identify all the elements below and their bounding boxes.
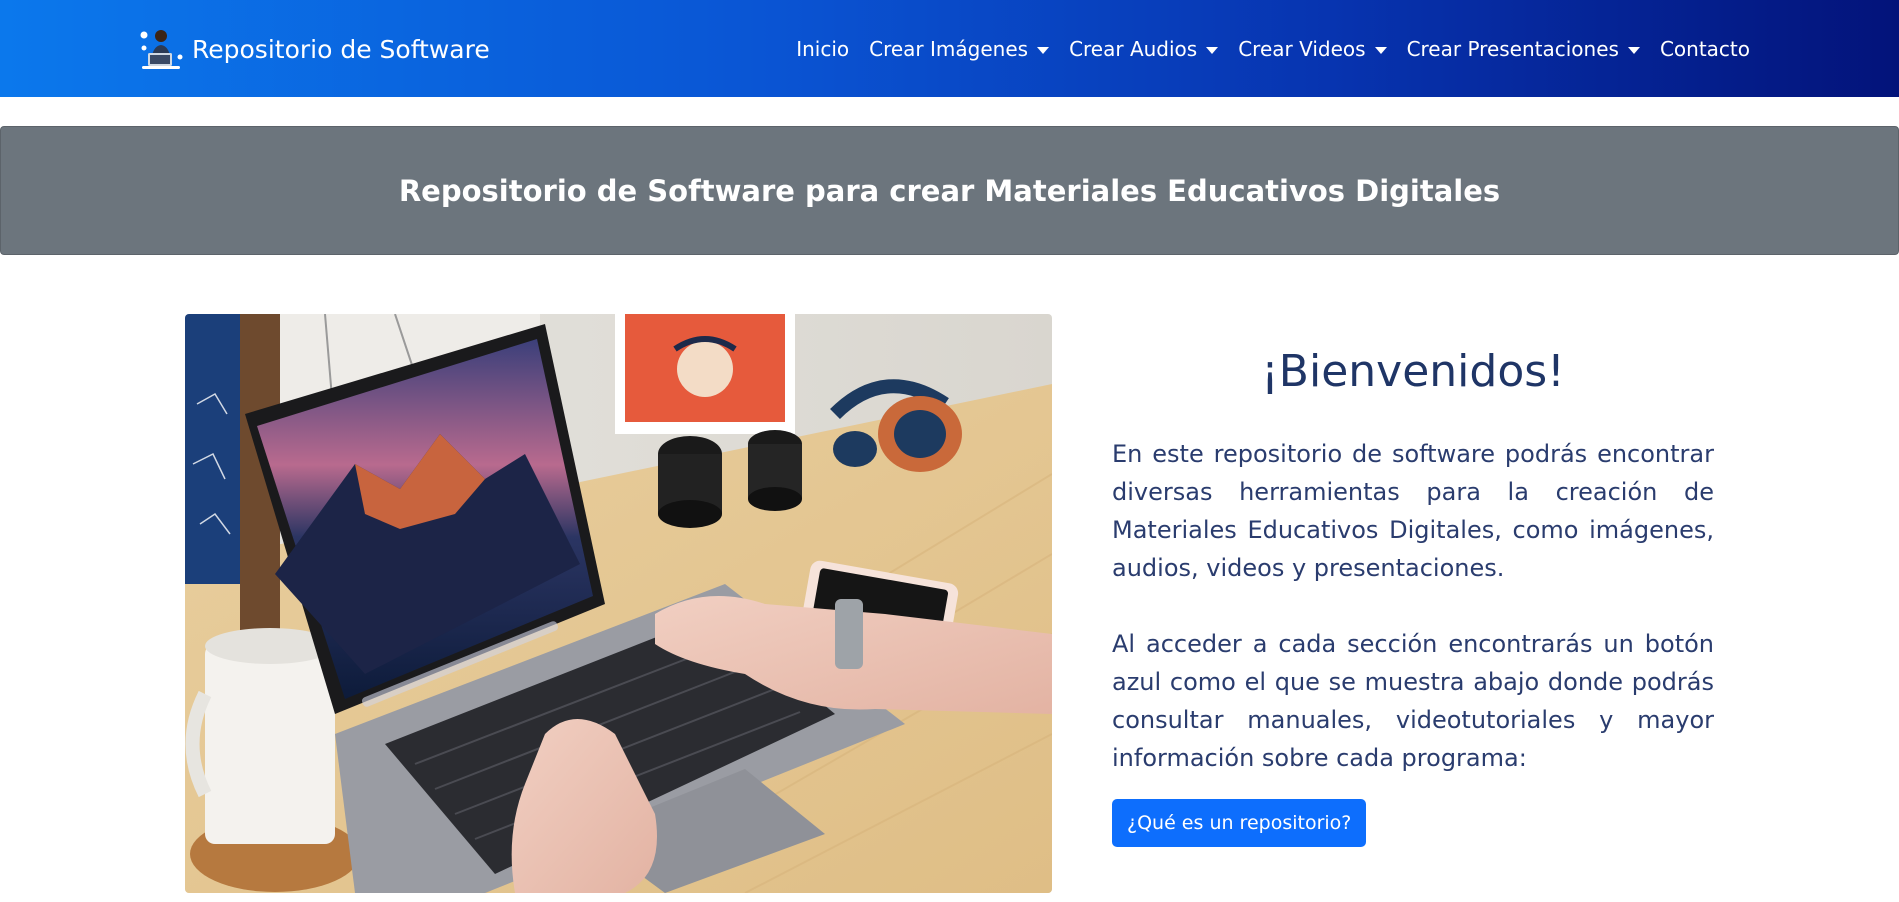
brand-name: Repositorio de Software bbox=[192, 34, 490, 64]
top-navbar: Repositorio de Software Inicio Crear Imá… bbox=[0, 0, 1899, 97]
caret-down-icon bbox=[1037, 46, 1050, 54]
nav-dropdown-crear-videos[interactable]: Crear Videos bbox=[1238, 37, 1387, 61]
nav-link-label: Inicio bbox=[796, 37, 850, 61]
page-title: Repositorio de Software para crear Mater… bbox=[398, 173, 1501, 208]
nav-link-label: Crear Imágenes bbox=[869, 37, 1029, 61]
caret-down-icon bbox=[1374, 46, 1387, 54]
navbar-brand[interactable]: Repositorio de Software bbox=[138, 27, 490, 71]
welcome-paragraph-2: Al acceder a cada sección encontrarás un… bbox=[1112, 630, 1714, 772]
nav-link-label: Crear Presentaciones bbox=[1406, 37, 1619, 61]
page-banner: Repositorio de Software para crear Mater… bbox=[0, 126, 1899, 255]
welcome-paragraph-1: En este repositorio de software podrás e… bbox=[1112, 440, 1714, 582]
laptop-on-desk-photo bbox=[185, 314, 1052, 893]
nav-link-label: Crear Audios bbox=[1069, 37, 1198, 61]
what-is-repository-button[interactable]: ¿Qué es un repositorio? bbox=[1112, 799, 1367, 847]
welcome-heading: ¡Bienvenidos! bbox=[1261, 346, 1565, 397]
nav-link-inicio[interactable]: Inicio bbox=[796, 37, 849, 61]
nav-link-contacto[interactable]: Contacto bbox=[1660, 37, 1750, 61]
caret-down-icon bbox=[1627, 46, 1640, 54]
person-at-laptop-icon bbox=[140, 30, 183, 69]
nav-link-label: Contacto bbox=[1659, 37, 1750, 61]
nav-dropdown-crear-imagenes[interactable]: Crear Imágenes bbox=[869, 37, 1050, 61]
hero-photo bbox=[185, 314, 1052, 893]
nav-dropdown-crear-audios[interactable]: Crear Audios bbox=[1069, 37, 1219, 61]
nav-links: Inicio Crear Imágenes Crear Audios Crear… bbox=[796, 31, 1750, 67]
nav-link-label: Crear Videos bbox=[1238, 37, 1366, 61]
welcome-section: ¡Bienvenidos! En este repositorio de sof… bbox=[1112, 346, 1714, 847]
nav-dropdown-crear-presentaciones[interactable]: Crear Presentaciones bbox=[1407, 37, 1640, 61]
caret-down-icon bbox=[1206, 46, 1219, 54]
